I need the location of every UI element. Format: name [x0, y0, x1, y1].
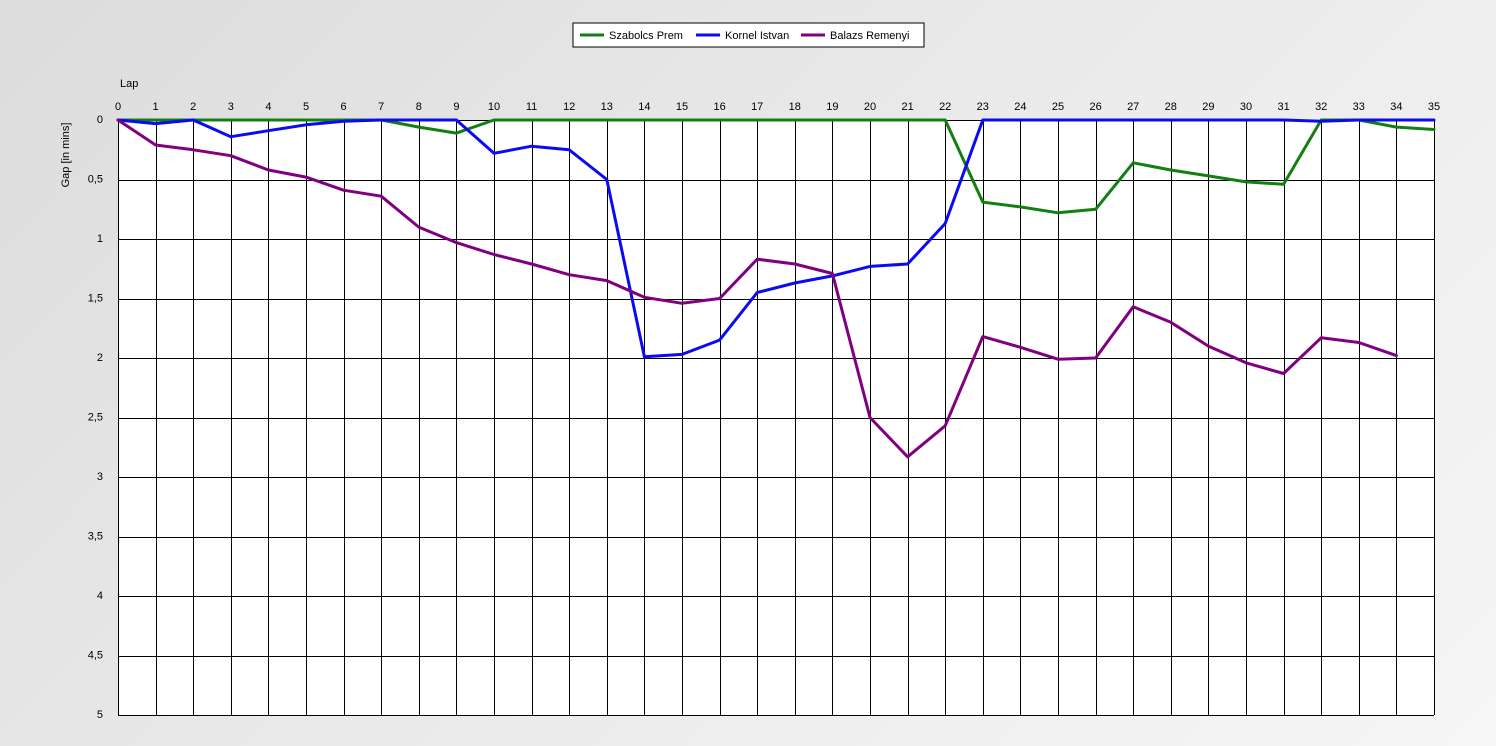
x-tick-label: 19 — [826, 101, 838, 113]
x-tick-label: 20 — [864, 101, 876, 113]
x-tick-label: 17 — [751, 101, 763, 113]
x-tick-label: 34 — [1390, 101, 1402, 113]
x-tick-label: 33 — [1353, 101, 1365, 113]
x-tick-label: 25 — [1052, 101, 1064, 113]
x-tick-label: 12 — [563, 101, 575, 113]
y-tick-label: 3,5 — [88, 531, 103, 543]
x-tick-label: 6 — [341, 101, 347, 113]
y-tick-label: 1 — [97, 233, 103, 245]
plot-area — [118, 120, 1434, 715]
x-tick-label: 30 — [1240, 101, 1252, 113]
x-tick-label: 28 — [1165, 101, 1177, 113]
x-tick-label: 14 — [638, 101, 650, 113]
x-tick-label: 32 — [1315, 101, 1327, 113]
x-tick-label: 13 — [601, 101, 613, 113]
x-tick-label: 5 — [303, 101, 309, 113]
y-tick-label: 1,5 — [88, 293, 103, 305]
x-tick-label: 16 — [713, 101, 725, 113]
y-tick-label: 0 — [97, 114, 103, 126]
x-tick-label: 10 — [488, 101, 500, 113]
x-tick-label: 23 — [977, 101, 989, 113]
x-tick-label: 3 — [228, 101, 234, 113]
x-tick-label: 4 — [265, 101, 271, 113]
y-axis-title: Gap [in mins] — [60, 123, 72, 188]
y-tick-label: 5 — [97, 709, 103, 721]
x-tick-label: 29 — [1202, 101, 1214, 113]
y-tick-label: 0,5 — [88, 174, 103, 186]
legend-label-1: Kornel Istvan — [725, 30, 789, 42]
x-tick-label: 1 — [153, 101, 159, 113]
lap-gap-chart: 0 1 2 3 4 5 6 7 8 9 10 11 12 13 14 15 16 17 18 19 20 21 22 23 24… — [60, 22, 1440, 721]
x-tick-label: 21 — [901, 101, 913, 113]
y-tick-label: 2 — [97, 352, 103, 364]
x-tick-label: 9 — [453, 101, 459, 113]
legend-label-2: Balazs Remenyi — [830, 30, 909, 42]
x-tick-label: 24 — [1014, 101, 1026, 113]
legend: Szabolcs Prem Kornel Istvan Balazs Remenyi — [572, 22, 925, 48]
x-tick-label: 22 — [939, 101, 951, 113]
y-tick-labels: 0 0,5 1 1,5 2 2,5 3 3,5 4 4,5 5 — [88, 114, 103, 721]
x-tick-label: 35 — [1428, 101, 1440, 113]
y-tick-label: 4,5 — [88, 650, 103, 662]
x-tick-label: 8 — [416, 101, 422, 113]
x-tick-label: 26 — [1089, 101, 1101, 113]
x-tick-label: 18 — [789, 101, 801, 113]
x-tick-label: 2 — [190, 101, 196, 113]
y-tick-label: 3 — [97, 471, 103, 483]
x-axis-title: Lap — [120, 78, 138, 90]
y-tick-label: 4 — [97, 590, 103, 602]
y-tick-label: 2,5 — [88, 412, 103, 424]
x-tick-label: 0 — [115, 101, 121, 113]
x-tick-labels: 0 1 2 3 4 5 6 7 8 9 10 11 12 13 14 15 16 17 18 19 20 21 22 23 24… — [115, 101, 1440, 113]
x-tick-label: 7 — [378, 101, 384, 113]
x-tick-label: 11 — [526, 101, 537, 113]
legend-label-0: Szabolcs Prem — [609, 30, 683, 42]
x-tick-label: 15 — [676, 101, 688, 113]
x-tick-label: 27 — [1127, 101, 1139, 113]
x-tick-label: 31 — [1277, 101, 1289, 113]
